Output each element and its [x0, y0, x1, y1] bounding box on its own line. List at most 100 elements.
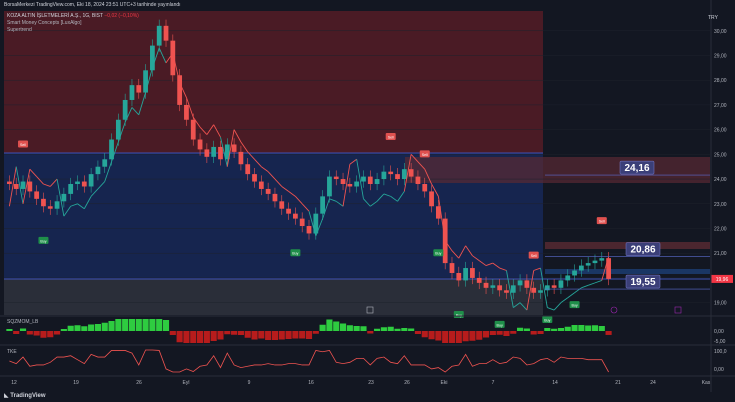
sqz-bar — [435, 331, 442, 341]
sqz-bar — [489, 331, 496, 335]
x-tick-label: Eyl — [183, 380, 190, 386]
candle-body — [401, 169, 407, 180]
candle-body — [565, 275, 571, 281]
event-marker[interactable] — [674, 306, 682, 314]
y-tick-label: 26,00 — [714, 128, 727, 134]
supertrend-segment — [553, 302, 562, 311]
brand-name: TradingView — [10, 393, 46, 399]
candle-body — [20, 181, 26, 189]
sqz-bar — [353, 326, 360, 331]
candle-body — [204, 149, 210, 157]
candle-body — [429, 191, 434, 207]
candle-body — [292, 213, 298, 219]
candle-body — [81, 181, 87, 187]
sqz-bar — [210, 331, 217, 341]
sqz-bar — [339, 323, 347, 331]
sell-signal-label: Sell — [531, 254, 537, 258]
sqz-bar — [156, 319, 163, 331]
sqz-bar — [94, 324, 101, 331]
sqz-bar — [523, 328, 530, 331]
candle-body — [470, 268, 475, 278]
event-marker[interactable] — [610, 306, 618, 314]
candle-body — [327, 176, 332, 197]
sell-signal-label: Sell — [20, 143, 26, 147]
indicator-legend-supertrend[interactable]: Supertrend — [7, 27, 139, 34]
candle-body — [258, 181, 264, 189]
candle-body — [265, 188, 271, 194]
sqz-bar — [517, 327, 524, 331]
sqz-bar — [387, 326, 394, 331]
publish-caption: BorsaMerkezi TradingView.com, Eki 18, 20… — [4, 2, 181, 8]
sqz-bar — [183, 331, 190, 343]
x-tick-label: 23 — [368, 380, 374, 386]
x-tick-label: 26 — [136, 380, 142, 386]
sqz-bar — [292, 331, 299, 339]
sqz-bar — [162, 320, 170, 331]
supertrend-segment — [588, 282, 596, 286]
sqz-bar — [54, 331, 61, 335]
buy-signal-label: Buy — [292, 252, 298, 256]
y-tick-label: 30,00 — [714, 29, 727, 35]
indicator-legend-smc[interactable]: Smart Money Concepts [LuxAlgo] — [7, 20, 139, 27]
price-change: −0,02 (−0,10%) — [104, 13, 139, 19]
candle-body — [422, 184, 428, 192]
sqz-bar — [81, 326, 88, 331]
sqz-bar — [428, 331, 435, 340]
currency-label[interactable]: TRY — [708, 15, 718, 21]
candle-body — [231, 144, 237, 152]
sqz-bar — [13, 331, 20, 334]
candle-body — [143, 70, 148, 93]
sqz-bar — [496, 331, 503, 335]
candle-body — [558, 280, 564, 288]
sqz-bar — [60, 329, 67, 331]
candle-body — [13, 184, 19, 189]
candle-body — [599, 258, 605, 261]
sqz-bar — [448, 331, 456, 343]
sqz-bar — [585, 325, 592, 331]
buy-signal-label: Buy — [40, 239, 46, 243]
x-tick-label: 26 — [404, 380, 410, 386]
supertrend-segment — [594, 279, 602, 284]
sqz-bar — [482, 331, 490, 338]
sqz-bar — [169, 331, 176, 335]
candle-body — [333, 176, 339, 180]
y-tick-label: 25,00 — [714, 152, 727, 158]
sqz-title: SQZMOM_LB — [7, 319, 39, 325]
candle-body — [122, 99, 128, 120]
sqz-bar — [462, 331, 469, 342]
candle-body — [211, 146, 217, 157]
sqz-bar — [142, 319, 149, 331]
sqz-bar — [196, 331, 204, 343]
candle-body — [585, 263, 591, 266]
sqz-bar — [414, 331, 422, 334]
sqz-tick-label: 0,00 — [714, 329, 724, 335]
symbol-legend-line[interactable]: KOZA ALTIN İŞLETMELERİ A.Ş., 1G, BIST −0… — [7, 13, 139, 20]
supertrend-segment — [567, 292, 575, 299]
candle-body — [381, 171, 387, 180]
sqz-bar — [564, 326, 571, 331]
sqz-bar — [374, 328, 381, 331]
x-tick-label: Kas — [702, 380, 711, 386]
sqz-bar — [571, 325, 578, 331]
candle-body — [88, 174, 94, 187]
candle-body — [578, 265, 584, 271]
candle-body — [517, 280, 523, 286]
chart-canvas[interactable]: BuySellSellBuySellBuySellBuyBuyBuySellSe… — [0, 0, 735, 402]
candle-body — [476, 277, 482, 283]
sqz-bar — [578, 325, 585, 331]
sqz-bar — [469, 331, 476, 341]
candle-body — [524, 280, 530, 288]
sqz-bar — [551, 328, 558, 331]
supertrend-segment — [547, 307, 555, 311]
sqz-bar — [128, 319, 136, 331]
candle-body — [395, 174, 400, 180]
candle-body — [156, 25, 162, 46]
candle-body — [490, 285, 496, 288]
tke-title: TKE — [7, 349, 17, 355]
candle-body — [197, 139, 203, 150]
chart-legend: KOZA ALTIN İŞLETMELERİ A.Ş., 1G, BIST −0… — [7, 13, 139, 34]
sqz-bar — [135, 319, 142, 331]
candle-body — [163, 25, 169, 41]
sqz-bar — [47, 331, 54, 338]
x-tick-label: Eki — [441, 380, 448, 386]
